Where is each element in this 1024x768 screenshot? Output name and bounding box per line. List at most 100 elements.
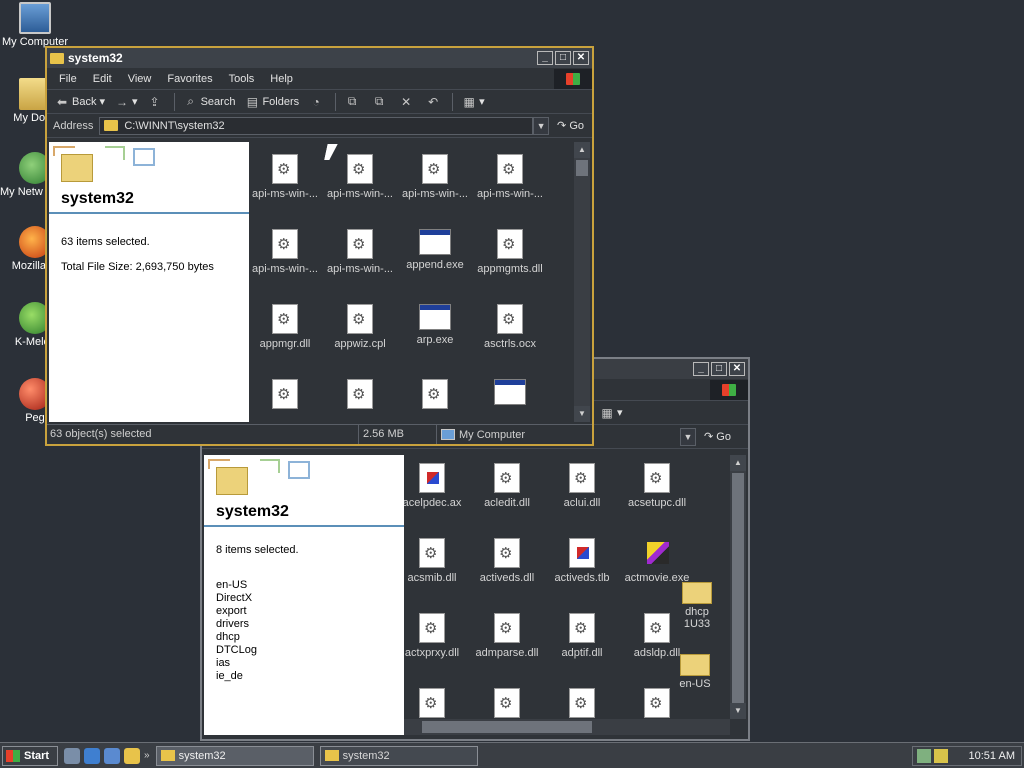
address-dropdown[interactable]: ▼ [680,427,696,446]
file-item[interactable] [404,688,468,722]
address-dropdown[interactable]: ▼ [533,116,550,135]
status-zone: My Computer [459,428,526,441]
explorer-icon[interactable] [124,747,140,764]
system-file-icon [569,613,595,643]
volume-tray-icon[interactable] [934,748,948,763]
file-view[interactable]: ▲ ▼ api-ms-win-... api-ms-win-... api-ms-w… [249,142,590,422]
start-button[interactable]: Start [2,745,58,766]
file-item[interactable]: asctrls.ocx [474,304,546,350]
go-button[interactable]: ↷ Go [549,119,592,132]
file-item[interactable]: acledit.dll [471,463,543,509]
system-file-icon [422,379,448,409]
menu-file[interactable]: File [51,73,85,85]
history-button[interactable]: ◔ [305,92,330,112]
scroll-up-arrow[interactable]: ▲ [574,142,590,158]
file-item[interactable]: appmgmts.dll [474,229,546,275]
file-item[interactable] [249,379,321,413]
file-item[interactable]: acsetupc.dll [621,463,693,509]
pane-title: system32 [216,503,289,520]
menu-favorites[interactable]: Favorites [159,73,220,85]
file-item[interactable]: actxprxy.dll [404,613,468,659]
pane-title: system32 [61,190,134,207]
folders-button[interactable]: ▤ Folders [241,92,303,112]
views-button[interactable]: ▦ ▾ [458,92,489,112]
minimize-button[interactable]: _ [537,51,553,65]
menu-view[interactable]: View [120,73,160,85]
file-item[interactable]: appwiz.cpl [324,304,396,350]
forward-button[interactable]: → ▾ [111,92,142,112]
file-item[interactable]: admparse.dll [471,613,543,659]
windows-logo-icon [710,379,748,400]
undo-button[interactable]: ↶ [422,92,447,112]
delete-button[interactable]: ✕ [395,92,420,112]
system-file-icon [644,688,670,718]
file-item[interactable]: api-ms-win-... [324,229,396,275]
scroll-down-arrow[interactable]: ▼ [730,703,746,719]
file-item[interactable]: activeds.dll [471,538,543,584]
maximize-button[interactable]: □ [711,362,727,376]
file-name: acledit.dll [484,497,530,509]
media-file-icon [419,463,445,493]
file-item[interactable]: api-ms-win-... [399,154,471,200]
delete-icon: ✕ [401,94,412,109]
views-button[interactable]: ▦ ▾ [596,403,627,423]
file-name: appmgmts.dll [477,263,543,275]
file-item[interactable]: activeds.tlb [546,538,618,584]
file-item[interactable] [399,379,471,413]
show-desktop-icon[interactable] [64,747,80,764]
file-item[interactable] [474,379,546,409]
file-item[interactable]: api-ms-win-... [324,154,396,200]
search-button[interactable]: ⌕ Search [180,92,240,112]
desktop-icon[interactable]: My Computer [0,2,70,48]
file-item[interactable]: acelpdec.ax [404,463,468,509]
file-name: api-ms-win-... [251,263,318,275]
file-item[interactable]: api-ms-win-... [474,154,546,200]
file-item[interactable]: aclui.dll [546,463,618,509]
move-to-button[interactable]: ⧉ [341,92,366,112]
file-item[interactable]: actmovie.exe [621,538,693,584]
file-item[interactable]: api-ms-win-... [249,154,321,200]
scroll-thumb[interactable] [576,160,588,176]
menu-help[interactable]: Help [262,73,301,85]
file-item[interactable]: adptif.dll [546,613,618,659]
outlook-icon[interactable] [104,747,120,764]
system-file-icon [272,154,298,184]
file-item[interactable]: appmgr.dll [249,304,321,350]
address-input[interactable]: C:\WINNT\system32 [99,116,534,135]
file-name: actxprxy.dll [404,647,460,659]
close-button[interactable]: ✕ [729,362,745,376]
vertical-scrollbar[interactable]: ▲ ▼ [730,455,746,719]
hscroll-thumb[interactable] [422,721,592,733]
scroll-thumb[interactable] [732,473,744,703]
scroll-down-arrow[interactable]: ▼ [574,406,590,422]
file-item[interactable]: arp.exe [399,304,471,346]
go-button[interactable]: ↷ Go [696,430,739,443]
menu-tools[interactable]: Tools [221,73,263,85]
menu-edit[interactable]: Edit [85,73,120,85]
file-item[interactable] [324,379,396,413]
scroll-up-arrow[interactable]: ▲ [730,455,746,471]
close-button[interactable]: ✕ [573,51,589,65]
folder-icon [61,154,93,182]
file-item[interactable]: acsmib.dll [404,538,468,584]
file-item[interactable] [621,688,693,722]
system-file-icon [347,304,373,334]
front-explorer-window[interactable]: system32 _ □ ✕ File Edit View Favorites Tool… [45,46,594,446]
file-item[interactable]: api-ms-win-... [249,229,321,275]
back-button[interactable]: ⬅ Back ▾ [51,92,109,112]
taskbar-button-1[interactable]: system32 [155,745,314,766]
copy-to-button[interactable]: ⧉ [368,92,393,112]
network-tray-icon[interactable] [917,748,931,763]
minimize-button[interactable]: _ [693,362,709,376]
vertical-scrollbar[interactable]: ▲ ▼ [574,142,590,422]
file-item[interactable]: append.exe [399,229,471,271]
file-item[interactable] [471,688,543,722]
file-item[interactable] [546,688,618,722]
taskbar-button-2[interactable]: system32 [319,745,478,766]
front-window-titlebar[interactable]: system32 _ □ ✕ [47,48,592,68]
up-folder-button[interactable]: ⇪ [144,92,169,112]
file-name: acsetupc.dll [627,497,687,509]
maximize-button[interactable]: □ [555,51,571,65]
internet-explorer-icon[interactable] [84,747,100,764]
taskbar-button-label: system32 [178,749,226,762]
